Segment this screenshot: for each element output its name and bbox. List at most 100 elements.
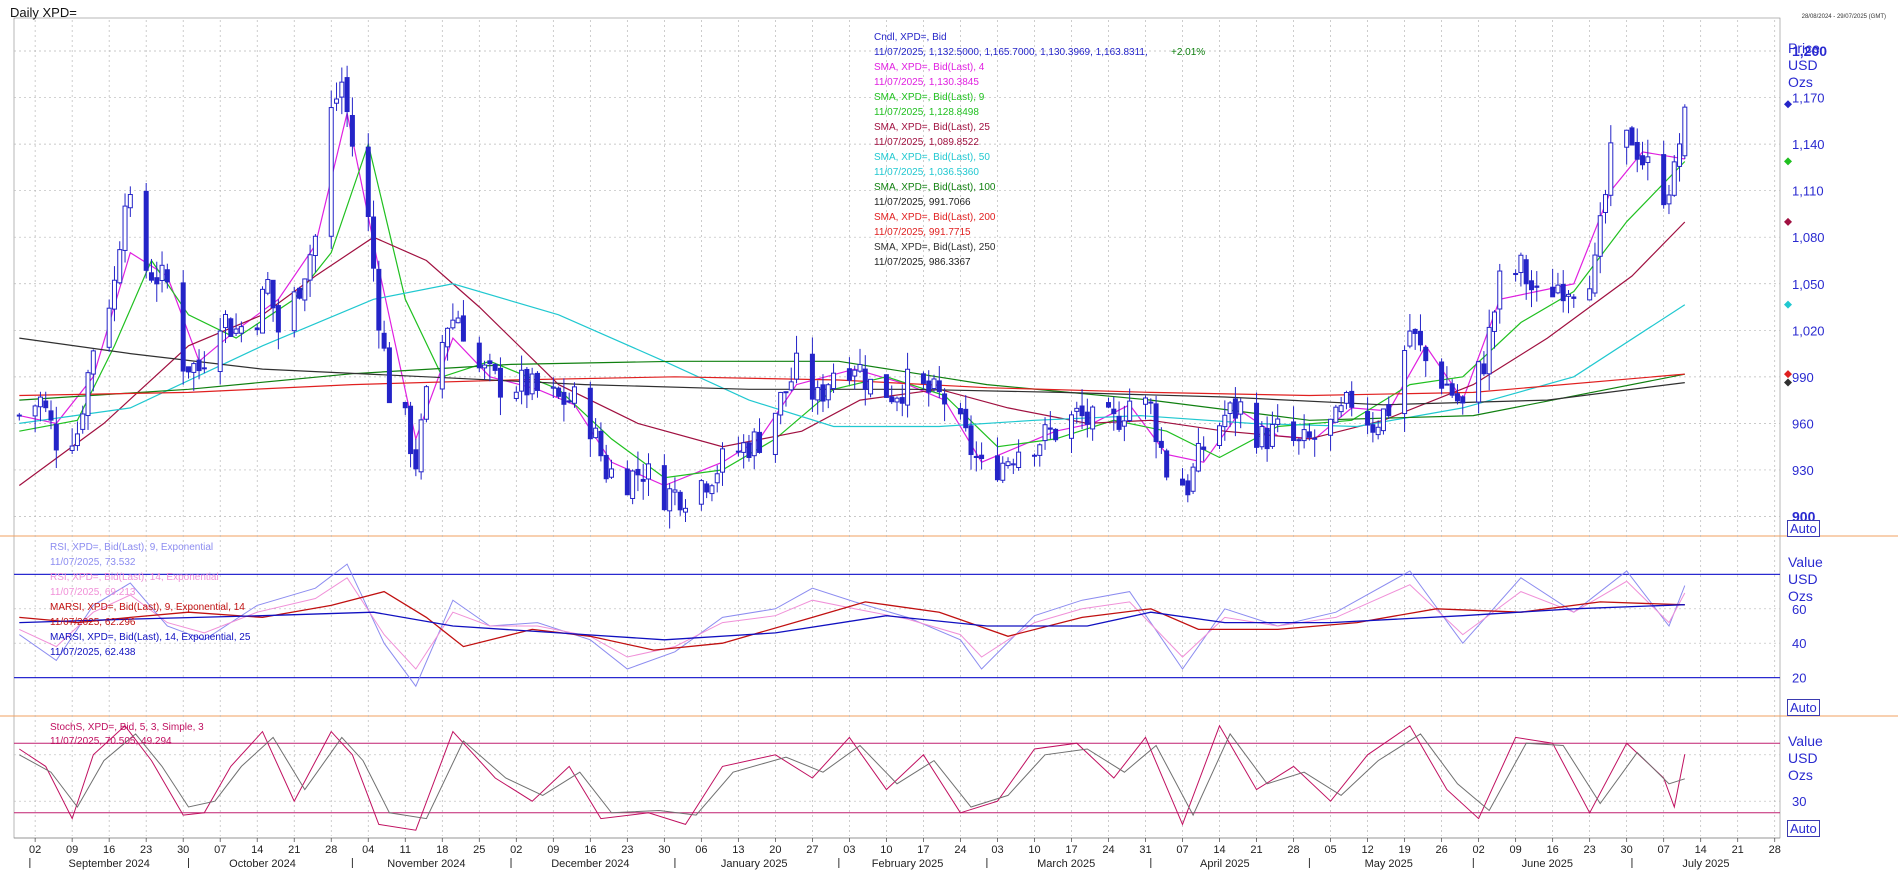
- candle-body: [794, 352, 800, 380]
- candle-body: [1090, 406, 1096, 430]
- price-tick-label: 1,170: [1792, 91, 1825, 106]
- rsi-caption-line-1: Value: [1788, 554, 1823, 570]
- candle-body: [413, 449, 419, 470]
- candle-body: [371, 216, 377, 269]
- candle-body: [1566, 293, 1572, 297]
- candle-body: [1116, 415, 1122, 430]
- candle-body: [1449, 383, 1455, 396]
- candle-body: [1000, 462, 1006, 481]
- rsi-auto-button[interactable]: Auto: [1787, 699, 1820, 716]
- candle-body: [238, 326, 244, 334]
- candle-body: [32, 405, 38, 417]
- legend-rsi-name: RSI, XPD=, Bid(Last), 9, Exponential: [50, 542, 213, 553]
- candle-body: [80, 413, 86, 430]
- candle-body: [450, 319, 456, 329]
- candle-body: [297, 287, 303, 299]
- last-value-marker: [1784, 217, 1792, 226]
- candle-body: [735, 450, 741, 453]
- candle-body: [905, 368, 911, 406]
- candle-body: [43, 400, 49, 409]
- candle-body: [1661, 154, 1667, 206]
- rsi-axis-caption: Value USD Ozs: [1788, 554, 1823, 605]
- candle-body: [1677, 143, 1683, 167]
- candle-body: [1074, 407, 1080, 412]
- x-tick-label: 11: [400, 844, 411, 856]
- candle-body: [1370, 424, 1376, 433]
- candle-body: [1423, 346, 1429, 362]
- candle-body: [598, 430, 604, 457]
- month-label: April 2025: [1200, 858, 1250, 870]
- x-tick-label: 31: [1139, 844, 1151, 856]
- candle-body: [899, 397, 905, 404]
- candle-body: [698, 480, 704, 505]
- candle-body: [302, 278, 308, 301]
- candle-body: [519, 369, 525, 392]
- candle-body: [275, 305, 281, 333]
- candle-body: [635, 468, 641, 476]
- candle-body: [1068, 414, 1074, 439]
- candle-body: [265, 279, 271, 294]
- candle-body: [683, 507, 689, 513]
- legend-sma-value: 11/07/2025, 991.7715: [874, 227, 971, 238]
- x-tick-label: 12: [1361, 844, 1373, 856]
- rsi-caption-line-3: Ozs: [1788, 588, 1813, 604]
- candle-body: [339, 81, 345, 98]
- candle-body: [741, 442, 747, 453]
- legend-rsi-value: 11/07/2025, 69.213: [50, 587, 136, 598]
- candle-body: [979, 454, 985, 459]
- candle-body: [482, 364, 488, 369]
- candle-body: [1555, 284, 1561, 294]
- x-tick-label: 09: [547, 844, 559, 856]
- x-tick-label: 02: [1472, 844, 1484, 856]
- candle-body: [1306, 431, 1312, 438]
- stoch-caption-line-3: Ozs: [1788, 767, 1813, 783]
- x-tick-label: 21: [1250, 844, 1262, 856]
- candle-body: [968, 425, 974, 456]
- candle-body: [778, 391, 784, 416]
- legend-sma-value: 11/07/2025, 1,130.3845: [874, 77, 979, 88]
- candle-body: [445, 327, 451, 348]
- x-tick-label: 28: [325, 844, 337, 856]
- candle-body: [1185, 480, 1191, 496]
- candle-body: [942, 393, 948, 405]
- x-tick-label: 21: [1732, 844, 1744, 856]
- legend-sma-name: SMA, XPD=, Bid(Last), 4: [874, 62, 985, 73]
- stoch-caption-line-2: USD: [1788, 750, 1818, 766]
- last-value-marker: [1784, 100, 1792, 109]
- candle-body: [587, 387, 593, 440]
- x-tick-label: 02: [29, 844, 41, 856]
- candle-body: [1460, 396, 1466, 404]
- candle-body: [408, 405, 414, 455]
- x-tick-label: 19: [1398, 844, 1410, 856]
- chart-window: { "window": {"title": "Daily XPD=", "dat…: [0, 0, 1898, 889]
- last-value-marker: [1784, 378, 1792, 387]
- x-tick-label: 23: [1584, 844, 1596, 856]
- candle-body: [1640, 155, 1646, 166]
- stoch-auto-button[interactable]: Auto: [1787, 820, 1820, 837]
- candle-body: [1269, 423, 1275, 447]
- candle-body: [746, 442, 752, 458]
- x-tick-label: 07: [1658, 844, 1670, 856]
- candle-body: [37, 396, 43, 408]
- legend-rsi-name: MARSI, XPD=, Bid(Last), 14, Exponential,…: [50, 632, 251, 643]
- candle-body: [1645, 156, 1651, 164]
- candle-body: [757, 431, 763, 453]
- chart-canvas[interactable]: 9009309609901,0201,0501,0801,1101,1401,1…: [0, 0, 1898, 889]
- candle-body: [1296, 439, 1302, 442]
- legend-sma-name: SMA, XPD=, Bid(Last), 100: [874, 182, 996, 193]
- candle-body: [920, 373, 926, 384]
- candle-body: [487, 360, 493, 365]
- candle-body: [222, 313, 228, 329]
- x-tick-label: 04: [362, 844, 374, 856]
- sma-line: [19, 283, 1686, 428]
- candle-body: [1528, 280, 1534, 291]
- candle-body: [889, 396, 895, 403]
- candle-body: [1153, 403, 1159, 443]
- price-auto-button[interactable]: Auto: [1787, 520, 1820, 537]
- candle-body: [291, 291, 297, 332]
- candle-body: [328, 107, 334, 237]
- candle-body: [556, 387, 562, 397]
- x-tick-label: 09: [1510, 844, 1522, 856]
- candle-body: [672, 489, 678, 493]
- candle-body: [16, 414, 22, 417]
